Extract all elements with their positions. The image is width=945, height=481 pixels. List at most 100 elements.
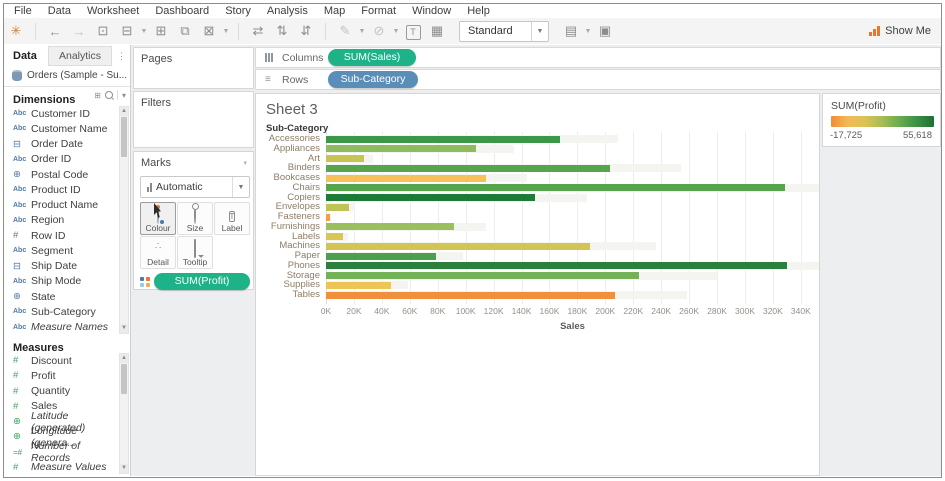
dimension-segment[interactable]: AbcSegment (4, 243, 119, 258)
columns-shelf[interactable]: Columns SUM(Sales) (255, 47, 941, 68)
bar[interactable] (326, 214, 330, 221)
sort-options-caret-icon[interactable]: ▾ (122, 91, 126, 100)
bar[interactable] (326, 292, 615, 299)
dimension-row-id[interactable]: #Row ID (4, 228, 119, 243)
pane-options-icon[interactable]: ⋮ (117, 51, 126, 62)
bar[interactable] (326, 155, 364, 162)
save-icon[interactable]: ⊡ (91, 23, 115, 39)
dimension-customer-name[interactable]: AbcCustomer Name (4, 121, 119, 136)
dimension-product-name[interactable]: AbcProduct Name (4, 198, 119, 213)
measure-number-of-records[interactable]: =#Number of Records (4, 445, 119, 460)
sub-category-pill[interactable]: Sub-Category (328, 71, 418, 88)
sort-descending-icon[interactable]: ⇵ (294, 23, 318, 39)
bar[interactable] (326, 194, 535, 201)
datasource-row[interactable]: Orders (Sample - Su... (4, 67, 130, 83)
measure-measure-values[interactable]: #Measure Values (4, 460, 119, 475)
new-worksheet-icon[interactable]: ⊞ (149, 23, 173, 39)
redo-icon[interactable]: → (67, 24, 91, 39)
dimension-order-id[interactable]: AbcOrder ID (4, 152, 119, 167)
fix-axes-icon[interactable]: ▦ (425, 23, 449, 39)
menu-item-file[interactable]: File (6, 5, 40, 17)
scrollbar-thumb[interactable] (121, 364, 127, 394)
filters-shelf[interactable]: Filters (133, 91, 254, 148)
menu-item-analysis[interactable]: Analysis (259, 5, 316, 17)
menu-item-story[interactable]: Story (217, 5, 259, 17)
tooltip-button[interactable]: Tooltip (177, 236, 213, 269)
fit-selector[interactable]: Standard▼ (459, 21, 549, 42)
bar[interactable] (326, 136, 560, 143)
chevron-down-icon[interactable]: ▼ (531, 22, 548, 41)
menu-item-format[interactable]: Format (353, 5, 404, 17)
sum-profit-pill[interactable]: SUM(Profit) (154, 273, 250, 290)
rows-shelf[interactable]: ≡ Rows Sub-Category (255, 69, 941, 90)
size-button[interactable]: Size (177, 202, 213, 235)
tableau-logo-icon[interactable]: ✳ (4, 23, 28, 39)
bar[interactable] (326, 204, 349, 211)
dimension-postal-code[interactable]: ⊕Postal Code (4, 167, 119, 182)
dropdown-caret-icon[interactable]: ▼ (583, 28, 593, 35)
bar[interactable] (326, 282, 391, 289)
scroll-up-icon[interactable]: ▲ (120, 107, 128, 116)
measure-quantity[interactable]: #Quantity (4, 384, 119, 399)
bar[interactable] (326, 262, 787, 269)
marks-options-caret-icon[interactable]: ▾ (243, 159, 247, 167)
dropdown-caret-icon[interactable]: ▼ (357, 28, 367, 35)
measure-profit[interactable]: #Profit (4, 368, 119, 383)
dimension-order-date[interactable]: ⊟Order Date (4, 137, 119, 152)
bar[interactable] (326, 175, 486, 182)
search-icon[interactable] (105, 91, 113, 99)
presentation-mode-icon[interactable]: ▣ (593, 23, 617, 39)
tab-analytics[interactable]: Analytics (48, 46, 112, 66)
highlight-icon[interactable]: ✎ (333, 23, 357, 39)
label-button[interactable]: T Label (214, 202, 250, 235)
dimension-ship-mode[interactable]: AbcShip Mode (4, 274, 119, 289)
bar[interactable] (326, 233, 343, 240)
bar[interactable] (326, 223, 454, 230)
sort-ascending-icon[interactable]: ⇅ (270, 23, 294, 39)
menu-item-worksheet[interactable]: Worksheet (79, 5, 147, 17)
menu-item-window[interactable]: Window (404, 5, 459, 17)
menu-item-help[interactable]: Help (459, 5, 498, 17)
dimension-region[interactable]: AbcRegion (4, 213, 119, 228)
dimension-customer-id[interactable]: AbcCustomer ID (4, 106, 119, 121)
tab-data[interactable]: Data (4, 50, 48, 62)
pages-shelf[interactable]: Pages (133, 47, 254, 89)
bar[interactable] (326, 243, 590, 250)
measures-scrollbar[interactable]: ▲ ▼ (119, 353, 129, 474)
scroll-down-icon[interactable]: ▼ (120, 324, 128, 333)
clear-sheet-icon[interactable]: ⊠ (197, 23, 221, 39)
view-data-grid-icon[interactable]: ⊞ (94, 91, 101, 100)
measure-discount[interactable]: #Discount (4, 353, 119, 368)
color-legend-card[interactable]: SUM(Profit) -17,725 55,618 (822, 93, 941, 147)
mark-type-dropdown[interactable]: Automatic ▼ (140, 176, 250, 198)
group-members-icon[interactable]: ⊘ (367, 23, 391, 39)
undo-icon[interactable]: ← (43, 24, 67, 39)
dimension-ship-date[interactable]: ⊟Ship Date (4, 259, 119, 274)
bar[interactable] (326, 184, 785, 191)
bar[interactable] (326, 145, 476, 152)
scroll-down-icon[interactable]: ▼ (120, 464, 128, 473)
scrollbar-thumb[interactable] (121, 117, 127, 157)
dropdown-caret-icon[interactable]: ▼ (139, 28, 149, 35)
sum-sales-pill[interactable]: SUM(Sales) (328, 49, 416, 66)
dimensions-scrollbar[interactable]: ▲ ▼ (119, 106, 129, 334)
menu-item-data[interactable]: Data (40, 5, 79, 17)
bar[interactable] (326, 253, 436, 260)
dimension-state[interactable]: ⊕State (4, 289, 119, 304)
dimension-sub-category[interactable]: AbcSub-Category (4, 304, 119, 319)
swap-axes-icon[interactable]: ⇄ (246, 23, 270, 39)
show-me-button[interactable]: Show Me (869, 25, 931, 37)
new-datasource-icon[interactable]: ⊟ (115, 23, 139, 39)
detail-button[interactable]: ∴ Detail (140, 236, 176, 269)
menu-item-dashboard[interactable]: Dashboard (147, 5, 217, 17)
scroll-up-icon[interactable]: ▲ (120, 354, 128, 363)
dimension-measure-names[interactable]: AbcMeasure Names (4, 320, 119, 335)
show-hide-cards-icon[interactable]: ▤ (559, 23, 583, 39)
dropdown-caret-icon[interactable]: ▼ (391, 28, 401, 35)
dropdown-caret-icon[interactable]: ▼ (221, 28, 231, 35)
dimension-product-id[interactable]: AbcProduct ID (4, 182, 119, 197)
menu-item-map[interactable]: Map (316, 5, 353, 17)
show-mark-labels-icon[interactable]: T (401, 23, 425, 40)
bar[interactable] (326, 272, 639, 279)
colour-button[interactable]: Colour (140, 202, 176, 235)
